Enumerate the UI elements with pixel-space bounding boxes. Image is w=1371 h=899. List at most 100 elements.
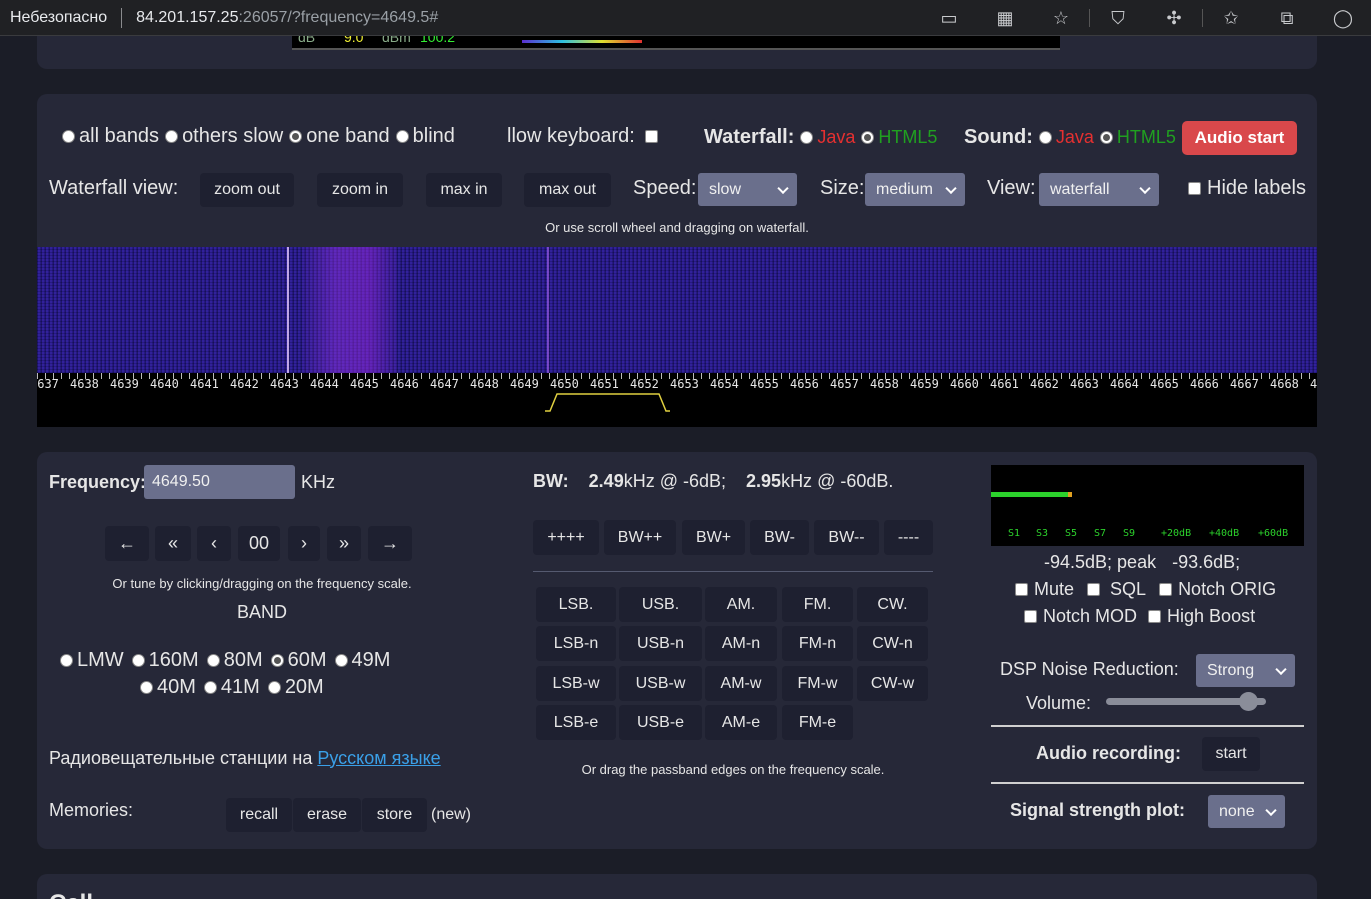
erase-button[interactable]: erase xyxy=(293,798,361,832)
high-boost-checkbox[interactable] xyxy=(1148,609,1162,623)
band-41m-radio[interactable] xyxy=(203,680,217,694)
tune-down-button[interactable]: ‹ xyxy=(197,526,231,561)
tune-up-button[interactable]: › xyxy=(288,526,320,561)
tune-fast-up-button[interactable]: » xyxy=(327,526,361,561)
collections-icon[interactable]: ⧉ xyxy=(1259,8,1315,29)
s-meter-label: +40dB xyxy=(1209,528,1240,539)
mode-fm-w-button[interactable]: FM-w xyxy=(782,666,853,701)
signal-peak-value: -93.6 xyxy=(1172,551,1214,572)
band-lmw-radio[interactable] xyxy=(60,653,73,667)
mode-cw-n-button[interactable]: CW-n xyxy=(857,626,928,661)
band-80m-radio[interactable] xyxy=(206,653,220,667)
mode-fm-button[interactable]: FM. xyxy=(782,587,853,622)
mode-lsb-w-button[interactable]: LSB-w xyxy=(536,666,616,701)
max-out-button[interactable]: max out xyxy=(524,173,611,207)
high-boost-label: High Boost xyxy=(1167,605,1256,626)
one-band-radio[interactable] xyxy=(289,129,303,143)
zoom-in-button[interactable]: zoom in xyxy=(317,173,403,207)
profile-icon[interactable]: ◯ xyxy=(1315,8,1371,29)
tune-right-far-button[interactable]: → xyxy=(368,526,412,561)
recall-button[interactable]: recall xyxy=(226,798,292,832)
mode-cw-button[interactable]: CW. xyxy=(857,587,928,622)
mode-lsb-n-button[interactable]: LSB-n xyxy=(536,626,616,661)
waterfall-java-radio[interactable] xyxy=(800,130,814,144)
address-bar[interactable]: 84.201.157.25:26057/?frequency=4649.5# xyxy=(136,9,438,27)
sound-html5-radio[interactable] xyxy=(1099,130,1113,144)
passband-hint: Or drag the passband edges on the freque… xyxy=(581,762,885,777)
blind-radio[interactable] xyxy=(395,129,409,143)
insecure-indicator[interactable]: Небезопасно xyxy=(10,9,107,27)
band-40m-radio[interactable] xyxy=(140,680,153,694)
signal-level-bar xyxy=(991,492,1071,497)
frequency-scale[interactable]: 4637463846394640464146424643464446454646… xyxy=(37,373,1317,427)
max-in-button[interactable]: max in xyxy=(426,173,502,207)
mode-usb-button[interactable]: USB. xyxy=(619,587,702,622)
mode-fm-e-button[interactable]: FM-e xyxy=(782,705,853,740)
tune-left-far-button[interactable]: ← xyxy=(105,526,149,561)
bottom-panel-title: Call xyxy=(49,890,93,899)
strip-text: dB xyxy=(298,36,316,45)
notch-mod-checkbox[interactable] xyxy=(1024,609,1037,623)
tune-fast-down-button[interactable]: « xyxy=(155,526,191,561)
browser-actions: ▭ ▦ ☆ ⛉ ✣ ✩ ⧉ ◯ xyxy=(921,0,1371,36)
waterfall-html5-radio[interactable] xyxy=(861,130,875,144)
size-select[interactable]: medium xyxy=(865,173,965,206)
frequency-input[interactable]: 4649.50 xyxy=(144,465,295,499)
others-slow-radio[interactable] xyxy=(165,129,179,143)
mode-cw-w-button[interactable]: CW-w xyxy=(857,666,928,701)
hide-labels-checkbox[interactable] xyxy=(1188,181,1201,195)
band-49m-radio[interactable] xyxy=(334,653,348,667)
store-button[interactable]: store xyxy=(362,798,427,832)
strip-text: 9.0 xyxy=(344,36,364,45)
notch-orig-checkbox[interactable] xyxy=(1159,582,1173,596)
view-label: View: xyxy=(987,177,1036,199)
signal-plot-select[interactable]: none xyxy=(1208,795,1285,828)
app-available-icon[interactable]: ▭ xyxy=(921,8,977,29)
bw-60db-text: kHz @ -60dB. xyxy=(781,470,894,491)
mode-am-n-button[interactable]: AM-n xyxy=(705,626,777,661)
chevron-down-icon xyxy=(945,182,957,194)
audio-start-button[interactable]: Audio start xyxy=(1182,121,1297,155)
allow-keyboard-checkbox[interactable] xyxy=(644,129,658,143)
mode-am-w-button[interactable]: AM-w xyxy=(705,666,777,701)
zoom-out-button[interactable]: zoom out xyxy=(200,173,294,207)
extensions-icon[interactable]: ✣ xyxy=(1146,8,1202,29)
audio-recording-start-button[interactable]: start xyxy=(1202,737,1260,771)
band-20m-radio[interactable] xyxy=(267,680,281,694)
bw-button-1[interactable]: BW++ xyxy=(604,520,676,555)
band-60m-radio[interactable] xyxy=(270,653,284,667)
mode-am-e-button[interactable]: AM-e xyxy=(705,705,777,740)
dsp-noise-reduction-select[interactable]: Strong xyxy=(1196,654,1295,687)
mode-usb-n-button[interactable]: USB-n xyxy=(619,626,702,661)
all-bands-radio[interactable] xyxy=(62,129,75,143)
bw-button-2[interactable]: BW+ xyxy=(682,520,745,555)
mute-checkbox[interactable] xyxy=(1015,582,1028,596)
band-160m-radio[interactable] xyxy=(131,653,145,667)
sql-checkbox[interactable] xyxy=(1087,582,1101,596)
size-label: Size: xyxy=(820,177,865,199)
bw-button-3[interactable]: BW- xyxy=(750,520,809,555)
waterfall-display[interactable] xyxy=(37,247,1317,373)
sound-java-radio[interactable] xyxy=(1038,130,1052,144)
radio-stations-text: Радиовещательные станции на xyxy=(49,747,313,768)
chevron-down-icon xyxy=(1265,804,1277,816)
speed-value: slow xyxy=(709,180,742,198)
mode-lsb-button[interactable]: LSB. xyxy=(536,587,616,622)
bw-button-0[interactable]: ++++ xyxy=(533,520,599,555)
mode-am-button[interactable]: AM. xyxy=(705,587,777,622)
view-select[interactable]: waterfall xyxy=(1039,173,1159,206)
add-favorite-icon[interactable]: ☆ xyxy=(1033,8,1089,29)
russian-language-link[interactable]: Русском языке xyxy=(317,748,440,769)
bw-button-4[interactable]: BW-- xyxy=(814,520,879,555)
tune-round-button[interactable]: 00 xyxy=(238,526,280,561)
shield-icon[interactable]: ⛉ xyxy=(1090,8,1146,29)
speed-select[interactable]: slow xyxy=(698,173,797,206)
mode-lsb-e-button[interactable]: LSB-e xyxy=(536,705,616,740)
mode-usb-w-button[interactable]: USB-w xyxy=(619,666,702,701)
mode-usb-e-button[interactable]: USB-e xyxy=(619,705,702,740)
bw-button-5[interactable]: ---- xyxy=(884,520,933,555)
mode-fm-n-button[interactable]: FM-n xyxy=(782,626,853,661)
passband-marker[interactable] xyxy=(37,373,1317,427)
favorites-icon[interactable]: ✩ xyxy=(1203,8,1259,29)
grid-icon[interactable]: ▦ xyxy=(977,8,1033,29)
